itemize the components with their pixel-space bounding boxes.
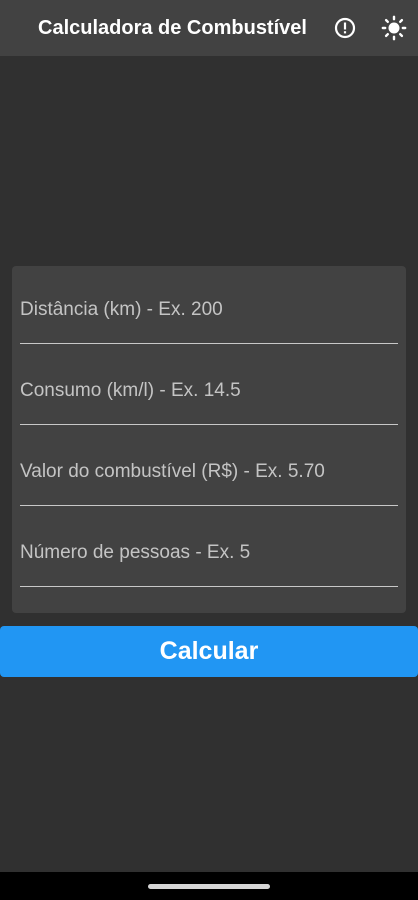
app-title: Calculadora de Combustível [38,17,307,39]
distance-input[interactable] [20,295,398,325]
fuel-price-input[interactable] [20,457,398,487]
people-count-input[interactable] [20,538,398,568]
app-bar: Calculadora de Combustível [0,0,418,56]
info-alert-icon [334,17,356,39]
distance-field-container [20,266,398,344]
fuel-price-field-container [20,425,398,506]
fuel-form-card [12,266,406,613]
brightness-sun-icon [381,15,407,41]
system-navigation-bar [0,872,418,900]
people-field-container [20,506,398,587]
info-button[interactable] [325,8,365,48]
home-indicator[interactable] [148,884,270,889]
consumption-field-container [20,344,398,425]
app-screen: Calculadora de Combustível Distância (km… [0,0,418,900]
consumption-input[interactable] [20,376,398,406]
calculate-button[interactable]: Calcular [0,626,418,677]
theme-toggle-button[interactable] [374,8,414,48]
